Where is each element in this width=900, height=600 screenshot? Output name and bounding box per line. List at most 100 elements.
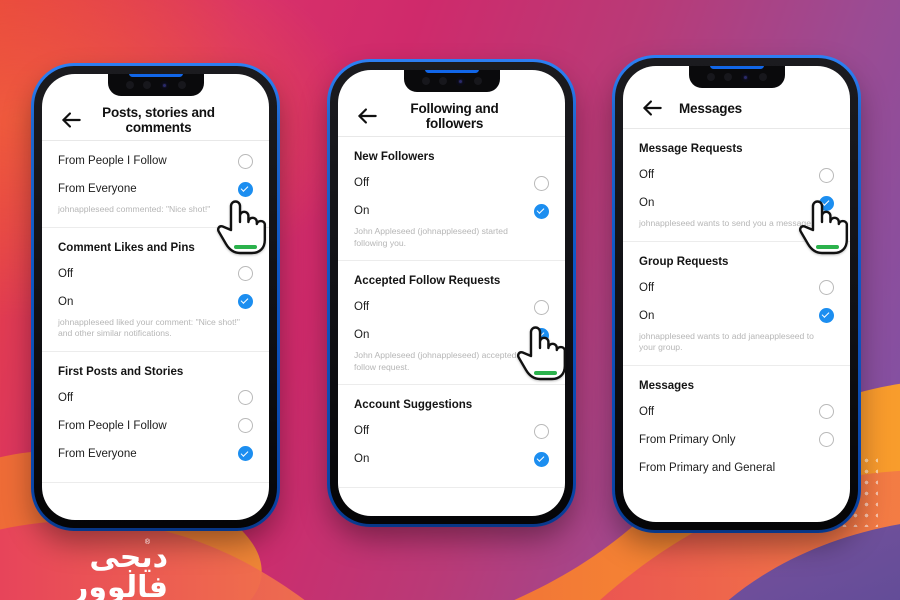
- proximity-sensor-icon: [125, 81, 134, 89]
- back-arrow-icon[interactable]: [639, 95, 665, 121]
- option-hint: johnappleseed liked your comment: "Nice …: [58, 316, 240, 339]
- option-label: From Everyone: [58, 183, 137, 195]
- phone-mockup-messages: Messages Message Requests Off On johnapp…: [612, 55, 861, 533]
- settings-list: Message Requests Off On johnappleseed wa…: [623, 129, 850, 239]
- section-divider: [338, 487, 565, 489]
- brand-logo[interactable]: ® دیجی فالوور DIGI FOLLOWER: [18, 539, 169, 600]
- option-hint: John Appleseed (johnappleseed) accepted …: [354, 350, 536, 372]
- app-header: Messages: [623, 88, 850, 128]
- option-row[interactable]: From Everyone: [58, 175, 253, 203]
- brand-logo-farsi: دیجی فالوور: [71, 540, 169, 600]
- back-arrow-icon[interactable]: [58, 107, 84, 133]
- front-camera-icon: [455, 76, 465, 86]
- ambient-sensor-icon: [723, 73, 732, 81]
- option-row[interactable]: From Primary Only: [639, 426, 834, 454]
- app-header: Posts, stories and comments: [42, 100, 269, 140]
- settings-list: Comment Likes and Pins Off On johnapples…: [42, 228, 269, 349]
- ambient-sensor-icon: [142, 81, 151, 89]
- section-heading: New Followers: [354, 151, 435, 163]
- option-label: On: [58, 295, 74, 308]
- settings-list: Messages Off From Primary Only From Prim…: [623, 366, 850, 482]
- registered-mark: ®: [144, 539, 150, 546]
- page-title: Messages: [679, 100, 742, 116]
- app-header: Following and followers: [338, 96, 565, 136]
- earpiece-highlight: [709, 66, 764, 69]
- section-heading: Group Requests: [639, 255, 729, 268]
- option-row[interactable]: On: [354, 197, 549, 225]
- phone-notch: [107, 74, 204, 96]
- option-row[interactable]: Off: [639, 161, 834, 189]
- section-heading: First Posts and Stories: [58, 365, 184, 378]
- option-label: From Primary and General: [639, 461, 776, 474]
- option-row[interactable]: On: [354, 321, 549, 349]
- option-label: On: [354, 329, 370, 342]
- back-arrow-icon[interactable]: [354, 103, 380, 129]
- radio-selected[interactable]: [534, 203, 549, 219]
- option-row[interactable]: Off: [354, 169, 549, 197]
- option-row[interactable]: Off: [639, 274, 834, 302]
- radio-unselected[interactable]: [534, 423, 549, 439]
- option-row[interactable]: From People I Follow: [58, 147, 253, 175]
- option-label: Off: [639, 281, 655, 294]
- settings-list: Group Requests Off On johnappleseed want…: [623, 242, 850, 363]
- option-hint: johnappleseed wants to send you a messag…: [639, 218, 814, 228]
- radio-unselected[interactable]: [238, 418, 253, 434]
- phone-screen: Following and followers New Followers Of…: [338, 70, 565, 516]
- ambient-sensor-icon: [438, 77, 447, 85]
- ir-sensor-icon: [177, 81, 186, 89]
- radio-unselected[interactable]: [819, 432, 834, 448]
- radio-selected[interactable]: [238, 446, 253, 462]
- radio-unselected[interactable]: [534, 299, 549, 315]
- radio-selected[interactable]: [534, 327, 549, 343]
- radio-selected[interactable]: [819, 308, 834, 324]
- option-row[interactable]: Off: [639, 398, 834, 426]
- earpiece-highlight: [128, 74, 183, 77]
- radio-unselected[interactable]: [238, 266, 253, 282]
- section-heading: Message Requests: [639, 143, 743, 155]
- section-heading: Account Suggestions: [354, 399, 473, 412]
- option-row[interactable]: From Everyone: [58, 440, 253, 468]
- option-label: On: [354, 205, 370, 217]
- radio-unselected[interactable]: [819, 404, 834, 420]
- option-row[interactable]: On: [639, 302, 834, 330]
- settings-list: New Followers Off On John Appleseed (joh…: [338, 137, 565, 258]
- option-row[interactable]: Off: [354, 293, 549, 321]
- option-label: On: [639, 197, 655, 209]
- option-row[interactable]: Off: [58, 384, 253, 412]
- option-row[interactable]: On: [354, 445, 549, 473]
- radio-selected[interactable]: [819, 195, 834, 211]
- option-row[interactable]: Off: [58, 260, 253, 288]
- radio-unselected[interactable]: [819, 280, 834, 296]
- ir-sensor-icon: [758, 73, 767, 81]
- option-hint: johnappleseed wants to add janeappleseed…: [639, 330, 814, 353]
- option-row[interactable]: Off: [354, 417, 549, 445]
- option-label: From Primary Only: [639, 433, 736, 446]
- phone-notch: [688, 66, 785, 88]
- radio-selected[interactable]: [238, 181, 253, 197]
- ir-sensor-icon: [473, 77, 482, 85]
- radio-unselected[interactable]: [534, 175, 549, 191]
- option-label: On: [354, 453, 370, 466]
- phone-screen: Posts, stories and comments From People …: [42, 74, 269, 520]
- front-camera-icon: [740, 72, 750, 82]
- option-row[interactable]: From Primary and General: [639, 454, 834, 482]
- option-label: Off: [354, 425, 370, 438]
- radio-selected[interactable]: [238, 294, 253, 310]
- option-label: Off: [639, 169, 655, 181]
- radio-unselected[interactable]: [819, 167, 834, 183]
- option-label: Off: [354, 177, 370, 189]
- option-label: Off: [58, 267, 74, 280]
- radio-unselected[interactable]: [238, 153, 253, 169]
- option-row[interactable]: From People I Follow: [58, 412, 253, 440]
- settings-list: Account Suggestions Off On: [338, 385, 565, 473]
- phone-screen: Messages Message Requests Off On johnapp…: [623, 66, 850, 522]
- option-row[interactable]: On: [639, 189, 834, 217]
- settings-list: Accepted Follow Requests Off On John App…: [338, 261, 565, 382]
- proximity-sensor-icon: [706, 73, 715, 81]
- radio-selected[interactable]: [534, 451, 549, 467]
- option-label: Off: [58, 391, 74, 404]
- option-row[interactable]: On: [58, 288, 253, 316]
- option-label: From People I Follow: [58, 155, 167, 167]
- page-title: Following and followers: [410, 101, 499, 131]
- radio-unselected[interactable]: [238, 390, 253, 406]
